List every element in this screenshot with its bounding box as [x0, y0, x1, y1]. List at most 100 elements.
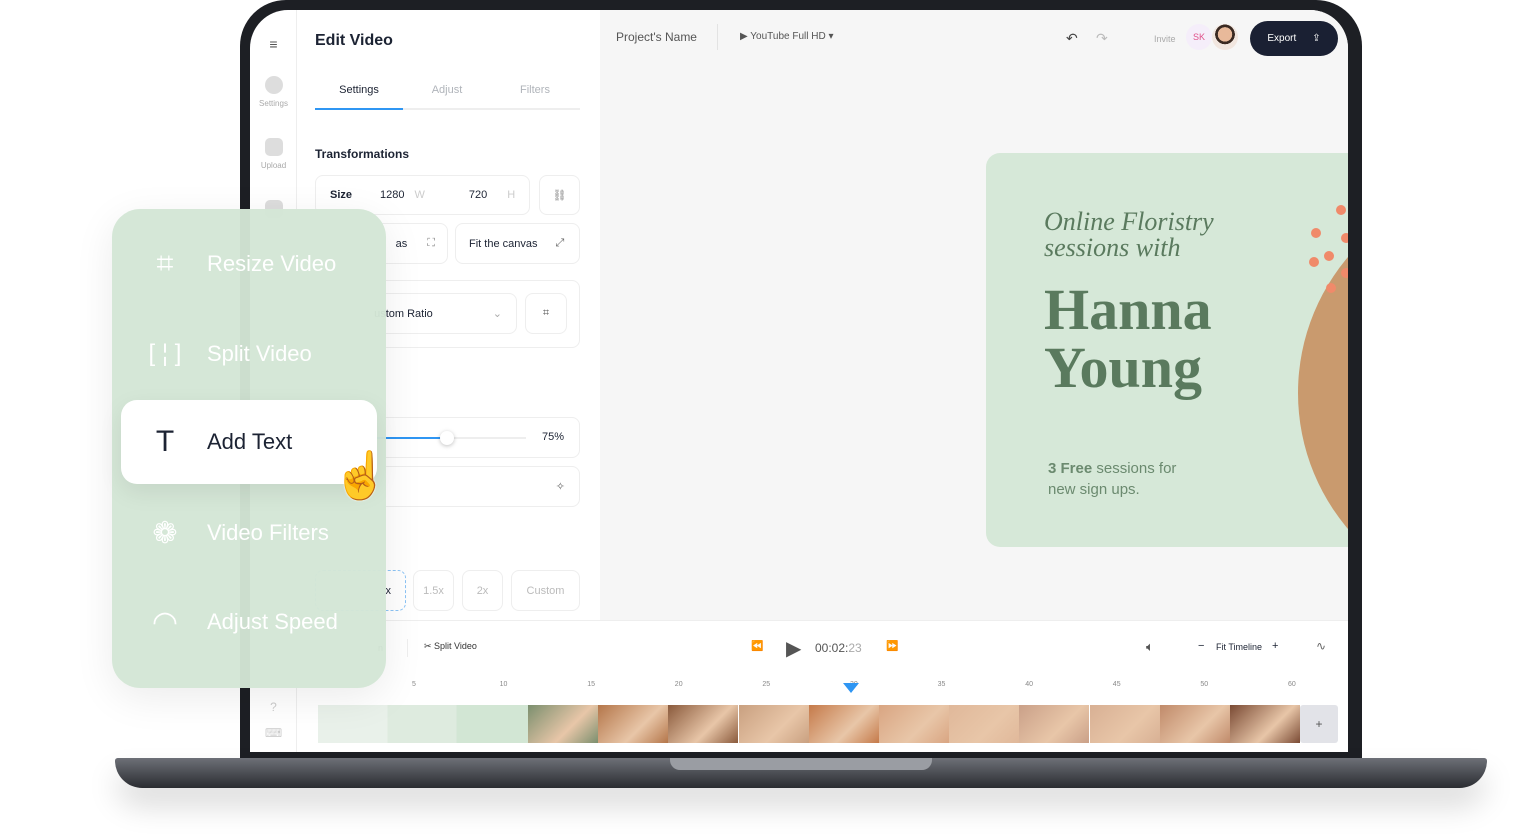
- sidebar-item-settings[interactable]: Settings: [250, 76, 297, 108]
- timeline-panel: n ✂ Split Video ⏪ ▶ 00:02:23 ⏩ 🔈︎ − Fit …: [310, 620, 1348, 752]
- width-unit: W: [414, 189, 425, 201]
- laptop-notch: [670, 758, 932, 770]
- speed-1.5x-button[interactable]: 1.5x: [413, 570, 454, 611]
- width-input[interactable]: 1280: [380, 189, 404, 201]
- menu-item-video-filters[interactable]: ❁ Video Filters: [112, 491, 386, 575]
- tab-adjust[interactable]: Adjust: [403, 84, 491, 96]
- fit-timeline-button[interactable]: Fit Timeline: [1216, 642, 1262, 652]
- button-label: Split Video: [434, 641, 477, 651]
- main-area: Project's Name ▶︎ YouTube Full HD ▾ ↶ ↷ …: [600, 10, 1348, 620]
- split-video-button[interactable]: ✂ Split Video: [424, 641, 477, 652]
- volume-icon[interactable]: 🔈︎: [1146, 639, 1154, 655]
- menu-icon[interactable]: ≡: [250, 36, 297, 52]
- keyboard-icon[interactable]: ⌨: [250, 726, 297, 740]
- image-icon: [264, 138, 283, 156]
- page-title: Edit Video: [315, 32, 393, 49]
- timecode-frames: 23: [848, 641, 862, 655]
- tab-settings[interactable]: Settings: [315, 84, 403, 96]
- ruler-tick: 15: [587, 681, 595, 688]
- upload-icon: ⇪: [1312, 33, 1321, 44]
- slider-handle[interactable]: [440, 431, 455, 445]
- redo-icon[interactable]: ↷: [1096, 30, 1108, 47]
- rewind-icon[interactable]: ⏪: [751, 641, 763, 652]
- link-icon: ⛓: [552, 189, 567, 202]
- menu-item-label: Video Filters: [207, 520, 329, 545]
- timeline-thumbnail: [879, 705, 949, 743]
- sidebar-item-label: Upload: [260, 161, 287, 170]
- menu-item-resize-video[interactable]: ⌗ Resize Video: [112, 222, 386, 306]
- tab-filters[interactable]: Filters: [491, 84, 579, 96]
- size-label: Size: [330, 189, 353, 201]
- undo-icon[interactable]: ↶: [1066, 30, 1078, 47]
- ruler-tick: 10: [499, 681, 508, 688]
- promo-highlight: 3 Free: [1048, 460, 1093, 477]
- fit-canvas-button[interactable]: Fit the canvas ⤢: [455, 223, 580, 264]
- expand-icon: ⛶: [427, 237, 435, 249]
- resize-icon: ⤢: [555, 237, 565, 249]
- ruler-tick: 20: [674, 681, 683, 688]
- speed-2x-button[interactable]: 2x: [462, 570, 503, 611]
- button-label: 1.5x: [423, 584, 444, 597]
- button-label: x: [385, 584, 392, 597]
- format-dropdown[interactable]: ▶︎ YouTube Full HD ▾: [740, 31, 834, 42]
- ruler-tick: 45: [1112, 681, 1121, 688]
- ruler-tick: 50: [1200, 681, 1209, 688]
- button-label: Export: [1267, 33, 1297, 44]
- promo-text: sessions for: [1092, 460, 1177, 477]
- crop-icon: ⌗: [156, 247, 174, 280]
- sparkle-icon: ✧: [555, 481, 565, 493]
- avatar[interactable]: SK: [1186, 24, 1212, 50]
- export-button[interactable]: Export ⇪: [1250, 21, 1338, 56]
- tab-divider: [315, 108, 580, 110]
- timeline-thumbnail: [1159, 705, 1230, 743]
- menu-item-label: Split Video: [207, 341, 312, 366]
- preview-name: Hanna: [1044, 277, 1212, 342]
- promo-text: new sign ups.: [1048, 481, 1140, 498]
- sidebar-item-label: Settings: [259, 99, 288, 108]
- menu-item-adjust-speed[interactable]: ◠ Adjust Speed: [112, 580, 386, 664]
- sidebar-item-upload[interactable]: Upload: [250, 138, 297, 170]
- video-icon: ▶︎: [740, 31, 751, 42]
- speed-custom-button[interactable]: Custom: [511, 570, 580, 611]
- ruler-tick: 5: [412, 681, 416, 688]
- height-unit: H: [507, 189, 516, 201]
- format-value: YouTube Full HD: [750, 31, 826, 42]
- ruler-tick: 60: [1288, 681, 1296, 688]
- button-label: Fit the canvas: [469, 237, 538, 250]
- speed-icon: ◠: [151, 605, 179, 639]
- waveform-icon[interactable]: ∿: [1316, 639, 1326, 653]
- fast-forward-icon[interactable]: ⏩: [886, 641, 898, 652]
- chevron-down-icon: ⌄: [492, 308, 502, 320]
- help-icon[interactable]: ?: [250, 700, 297, 714]
- timeline-thumbnail: [598, 705, 669, 743]
- play-icon[interactable]: ▶: [786, 636, 801, 661]
- hand-cursor-icon: ☝: [332, 449, 390, 501]
- caret-down-icon: ▾: [825, 31, 834, 42]
- timecode: 00:02:23: [815, 641, 862, 655]
- zoom-out-button[interactable]: −: [1198, 640, 1204, 652]
- video-preview[interactable]: Online Floristry sessions with Hanna You…: [986, 153, 1348, 547]
- split-icon: [ ¦ ]: [148, 340, 182, 367]
- menu-item-split-video[interactable]: [ ¦ ] Split Video: [112, 312, 386, 396]
- invite-button[interactable]: Invite: [1154, 34, 1176, 44]
- ruler-tick: 25: [762, 681, 771, 688]
- preview-subtitle: sessions with: [1044, 233, 1181, 262]
- playhead[interactable]: [843, 683, 859, 693]
- menu-item-label: Add Text: [207, 429, 293, 454]
- menu-item-label: Adjust Speed: [207, 609, 338, 634]
- crop-button[interactable]: ⌗: [525, 293, 567, 334]
- add-clip-button[interactable]: +: [1300, 705, 1338, 743]
- timeline-thumbnail: [949, 705, 1020, 743]
- timecode-main: 00:02:: [815, 641, 849, 655]
- timeline-clip-empty[interactable]: [318, 705, 528, 743]
- timeline-thumbnail: [808, 705, 879, 743]
- divider: [717, 24, 718, 50]
- scissors-icon: ✂: [424, 641, 435, 651]
- section-title: Transformations: [315, 147, 410, 161]
- slider-value: 75%: [542, 431, 565, 443]
- user-avatar[interactable]: [1212, 24, 1238, 50]
- height-input[interactable]: 720: [469, 189, 487, 201]
- link-button[interactable]: ⛓: [539, 175, 580, 215]
- project-name[interactable]: Project's Name: [616, 30, 697, 44]
- zoom-in-button[interactable]: +: [1272, 640, 1278, 652]
